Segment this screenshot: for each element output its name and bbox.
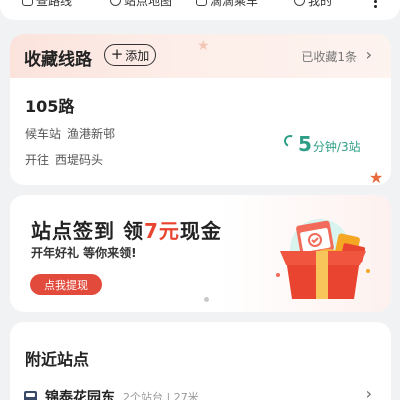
top-nav-bar: 查路线 站点地图 滴滴乘车 我的 [0, 0, 400, 20]
eta-minutes: 5 [298, 132, 312, 156]
sign-in-promo-banner[interactable]: 站点签到 领7元现金 开年好礼 等你来领! 点我提现 [10, 195, 391, 312]
favorite-routes-header: 收藏线路 + 添加 ★ 已收藏1条 › [10, 34, 391, 78]
nav-item-label: 站点地图 [124, 0, 173, 8]
waiting-station-name: 渔港新邨 [67, 127, 116, 141]
nav-item-mine[interactable]: 我的 [294, 0, 332, 8]
nav-item-label: 查路线 [36, 0, 73, 8]
banner-subtitle: 开年好礼 等你来领! [31, 246, 137, 260]
station-name: 锦泰花园东 [45, 390, 115, 400]
favorite-routes-card: 收藏线路 + 添加 ★ 已收藏1条 › 105路 候车站 渔港新邨 开往 西堤码… [10, 34, 391, 185]
waiting-station-label: 候车站 [25, 127, 62, 141]
nav-item-station-map[interactable]: 站点地图 [110, 0, 172, 8]
realtime-signal-icon [282, 133, 298, 149]
nearby-stations-card: 附近站点 锦泰花园东 2个站台 | 27米 › [10, 322, 391, 400]
route-icon [22, 0, 33, 6]
user-icon [294, 0, 305, 6]
waiting-station-row: 候车站 渔港新邨 [25, 125, 115, 142]
favorite-star-icon[interactable]: ★ [369, 168, 383, 185]
nav-item-route-search[interactable]: 查路线 [22, 0, 72, 8]
decorative-star-icon: ★ [197, 38, 210, 54]
withdraw-button[interactable]: 点我提现 [30, 274, 102, 295]
gift-box-illustration [276, 219, 370, 299]
eta-unit: 分钟/3站 [312, 140, 361, 154]
banner-title-highlight: 7元 [143, 219, 180, 243]
chevron-right-icon[interactable]: › [366, 384, 372, 400]
chevron-right-icon[interactable]: › [366, 45, 372, 64]
direction-row: 开往 西堤码头 [25, 151, 103, 168]
favorite-routes-title: 收藏线路 [24, 50, 92, 70]
route-name[interactable]: 105路 [25, 93, 74, 117]
add-favorite-button[interactable]: + 添加 [104, 44, 156, 66]
car-icon [196, 0, 207, 6]
station-meta: 2个站台 | 27米 [123, 391, 199, 400]
eta-display: 5 分钟/3站 [282, 132, 361, 156]
direction-label: 开往 [25, 153, 50, 167]
favorite-count[interactable]: 已收藏1条 [301, 48, 357, 65]
carousel-indicator [204, 297, 210, 303]
nav-item-label: 滴滴乘车 [210, 0, 259, 8]
destination-name: 西堤码头 [55, 153, 104, 167]
add-favorite-label: 添加 [125, 48, 150, 63]
plus-icon: + [110, 45, 124, 63]
map-pin-icon [110, 0, 121, 6]
banner-title: 站点签到 领7元现金 [31, 219, 222, 243]
more-menu-icon[interactable] [372, 0, 378, 8]
nearby-stations-title: 附近站点 [25, 350, 90, 369]
nav-item-label: 我的 [308, 0, 333, 8]
bus-stop-icon [24, 391, 37, 400]
nav-item-didi-ride[interactable]: 滴滴乘车 [196, 0, 258, 8]
nearby-station-item[interactable]: 锦泰花园东 2个站台 | 27米 [24, 387, 199, 400]
